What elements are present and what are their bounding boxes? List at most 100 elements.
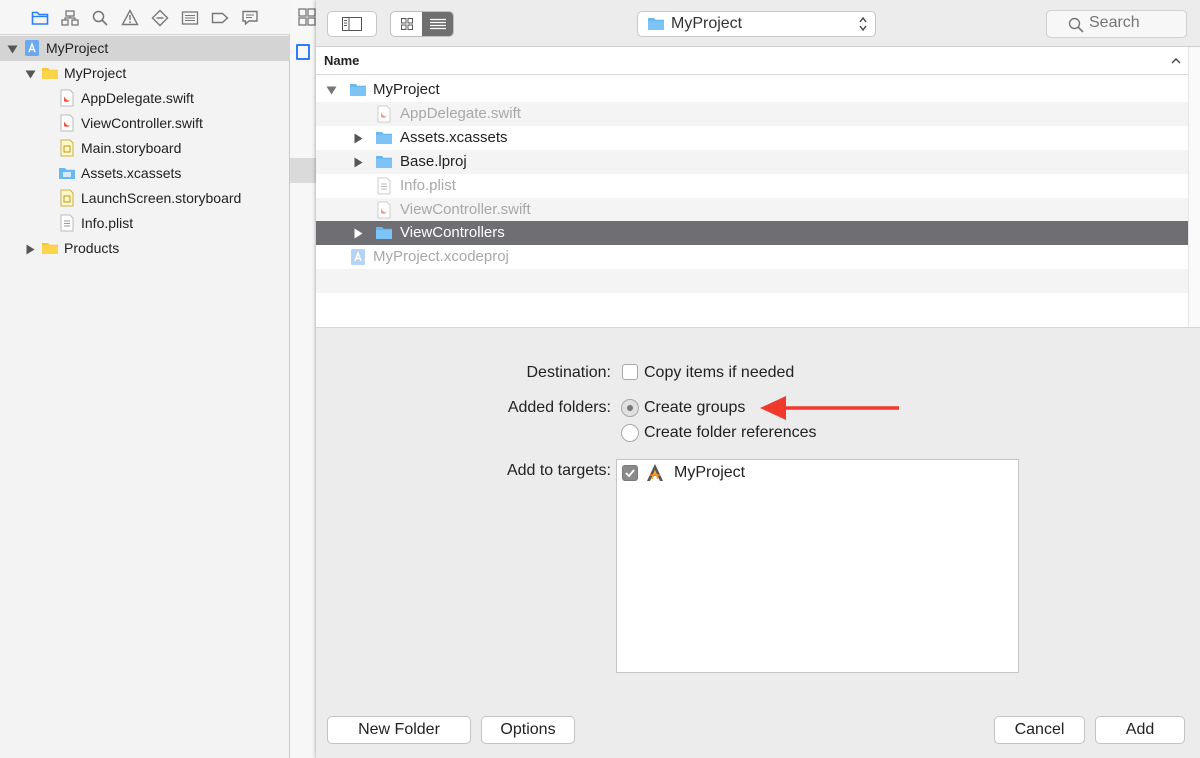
folder-icon[interactable] <box>30 8 50 28</box>
tree-item-file[interactable]: ViewController.swift <box>0 111 290 136</box>
file-row-label: MyProject <box>373 81 440 98</box>
swift-file-icon <box>375 105 393 123</box>
sort-ascending-icon <box>1171 58 1181 64</box>
navigator-toolbar <box>0 0 290 35</box>
disclosure-closed-icon[interactable] <box>352 132 364 144</box>
tree-item-group[interactable]: Products <box>0 236 290 261</box>
tree-item-label: LaunchScreen.storyboard <box>81 190 242 206</box>
xcode-project-icon <box>23 39 41 57</box>
add-options-panel: Destination: Copy items if needed Added … <box>316 327 1200 707</box>
tree-item-label: Info.plist <box>81 215 134 231</box>
add-button[interactable]: Add <box>1095 716 1185 744</box>
editor-selection-bar <box>290 158 316 183</box>
tree-item-label: Assets.xcassets <box>81 165 182 181</box>
file-row-label: ViewControllers <box>400 224 505 241</box>
file-browser-list: Name MyProject AppDelegate.swift Assets.… <box>316 47 1188 327</box>
tree-item-project[interactable]: MyProject <box>0 36 290 61</box>
disclosure-open-icon[interactable] <box>6 43 18 55</box>
file-row[interactable]: MyProject.xcodeproj <box>316 245 1188 269</box>
file-row-label: AppDelegate.swift <box>400 105 521 122</box>
file-list-scrollbar[interactable] <box>1188 47 1200 327</box>
asset-catalog-icon <box>58 164 76 182</box>
added-folders-label: Added folders: <box>507 399 611 416</box>
location-label: MyProject <box>671 15 743 32</box>
tree-item-label: MyProject <box>46 40 109 56</box>
grid-icon <box>400 18 413 30</box>
file-row[interactable]: AppDelegate.swift <box>316 102 1188 126</box>
sheet-toolbar: MyProject <box>316 0 1200 47</box>
copy-items-label[interactable]: Copy items if needed <box>644 364 794 382</box>
file-row[interactable]: Info.plist <box>316 174 1188 198</box>
hierarchy-icon[interactable] <box>60 8 80 28</box>
disclosure-closed-icon[interactable] <box>24 243 36 255</box>
search-field[interactable] <box>1046 10 1189 38</box>
tree-item-file[interactable]: Assets.xcassets <box>0 161 290 186</box>
cancel-button[interactable]: Cancel <box>994 716 1085 744</box>
folder-blue-icon <box>648 18 664 30</box>
add-to-targets-label: Add to targets: <box>506 462 611 479</box>
editor-file-icon <box>296 44 310 60</box>
empty-row <box>316 269 1188 293</box>
search-icon <box>1068 17 1084 33</box>
create-folder-references-radio[interactable] <box>621 424 639 442</box>
tree-item-file[interactable]: Main.storyboard <box>0 136 290 161</box>
list-icon[interactable] <box>180 8 200 28</box>
file-row-label: ViewController.swift <box>400 201 531 218</box>
breakpoint-diamond-icon[interactable] <box>150 8 170 28</box>
plist-file-icon <box>375 177 393 195</box>
disclosure-open-icon[interactable] <box>24 68 36 80</box>
folder-blue-icon <box>349 81 367 99</box>
warning-icon[interactable] <box>120 8 140 28</box>
destination-label: Destination: <box>526 364 612 381</box>
swift-file-icon <box>58 89 76 107</box>
file-row[interactable]: ViewController.swift <box>316 198 1188 222</box>
search-icon[interactable] <box>90 8 110 28</box>
new-folder-button[interactable]: New Folder <box>327 716 471 744</box>
copy-items-checkbox[interactable] <box>622 364 638 380</box>
search-input[interactable] <box>1089 14 1189 32</box>
chat-bubble-icon[interactable] <box>240 8 260 28</box>
sheet-button-bar: New Folder Options Cancel Add <box>316 707 1200 758</box>
disclosure-closed-icon[interactable] <box>352 227 364 239</box>
file-row-selected[interactable]: ViewControllers <box>316 221 1188 245</box>
tree-item-label: Products <box>64 240 120 256</box>
file-row[interactable]: MyProject <box>316 78 1188 102</box>
list-view-button[interactable] <box>422 12 453 36</box>
disclosure-closed-icon[interactable] <box>352 156 364 168</box>
plist-file-icon <box>58 214 76 232</box>
sidebar-icon <box>342 17 362 31</box>
list-icon <box>429 18 446 30</box>
grid-icon[interactable] <box>298 8 316 26</box>
tree-item-file[interactable]: LaunchScreen.storyboard <box>0 186 290 211</box>
location-popup[interactable]: MyProject <box>637 11 876 37</box>
storyboard-file-icon <box>58 189 76 207</box>
folder-yellow-icon <box>41 239 59 257</box>
storyboard-file-icon <box>58 139 76 157</box>
tree-item-label: MyProject <box>64 65 127 81</box>
file-row[interactable]: Assets.xcassets <box>316 126 1188 150</box>
folder-blue-icon <box>375 224 393 242</box>
icon-view-button[interactable] <box>391 12 422 36</box>
file-row[interactable]: Base.lproj <box>316 150 1188 174</box>
app-target-icon <box>647 464 663 481</box>
file-row-label: Base.lproj <box>400 153 467 170</box>
name-column-header[interactable]: Name <box>316 47 1188 75</box>
disclosure-open-icon[interactable] <box>325 84 337 96</box>
create-groups-radio[interactable] <box>621 399 639 417</box>
tree-item-label: AppDelegate.swift <box>81 90 194 106</box>
tree-item-group[interactable]: MyProject <box>0 61 290 86</box>
options-button[interactable]: Options <box>481 716 575 744</box>
create-groups-label[interactable]: Create groups <box>644 399 745 417</box>
tree-item-label: Main.storyboard <box>81 140 182 156</box>
create-folder-references-label[interactable]: Create folder references <box>644 424 817 442</box>
target-checkbox[interactable] <box>622 465 638 481</box>
file-row-label: Assets.xcassets <box>400 129 508 146</box>
sidebar-toggle-button[interactable] <box>327 11 377 37</box>
file-row-label: MyProject.xcodeproj <box>373 248 509 265</box>
tag-icon[interactable] <box>210 8 230 28</box>
tree-item-file[interactable]: Info.plist <box>0 211 290 236</box>
tree-item-file[interactable]: AppDelegate.swift <box>0 86 290 111</box>
target-label: MyProject <box>674 464 746 481</box>
swift-file-icon <box>58 114 76 132</box>
column-header-label: Name <box>324 53 360 68</box>
